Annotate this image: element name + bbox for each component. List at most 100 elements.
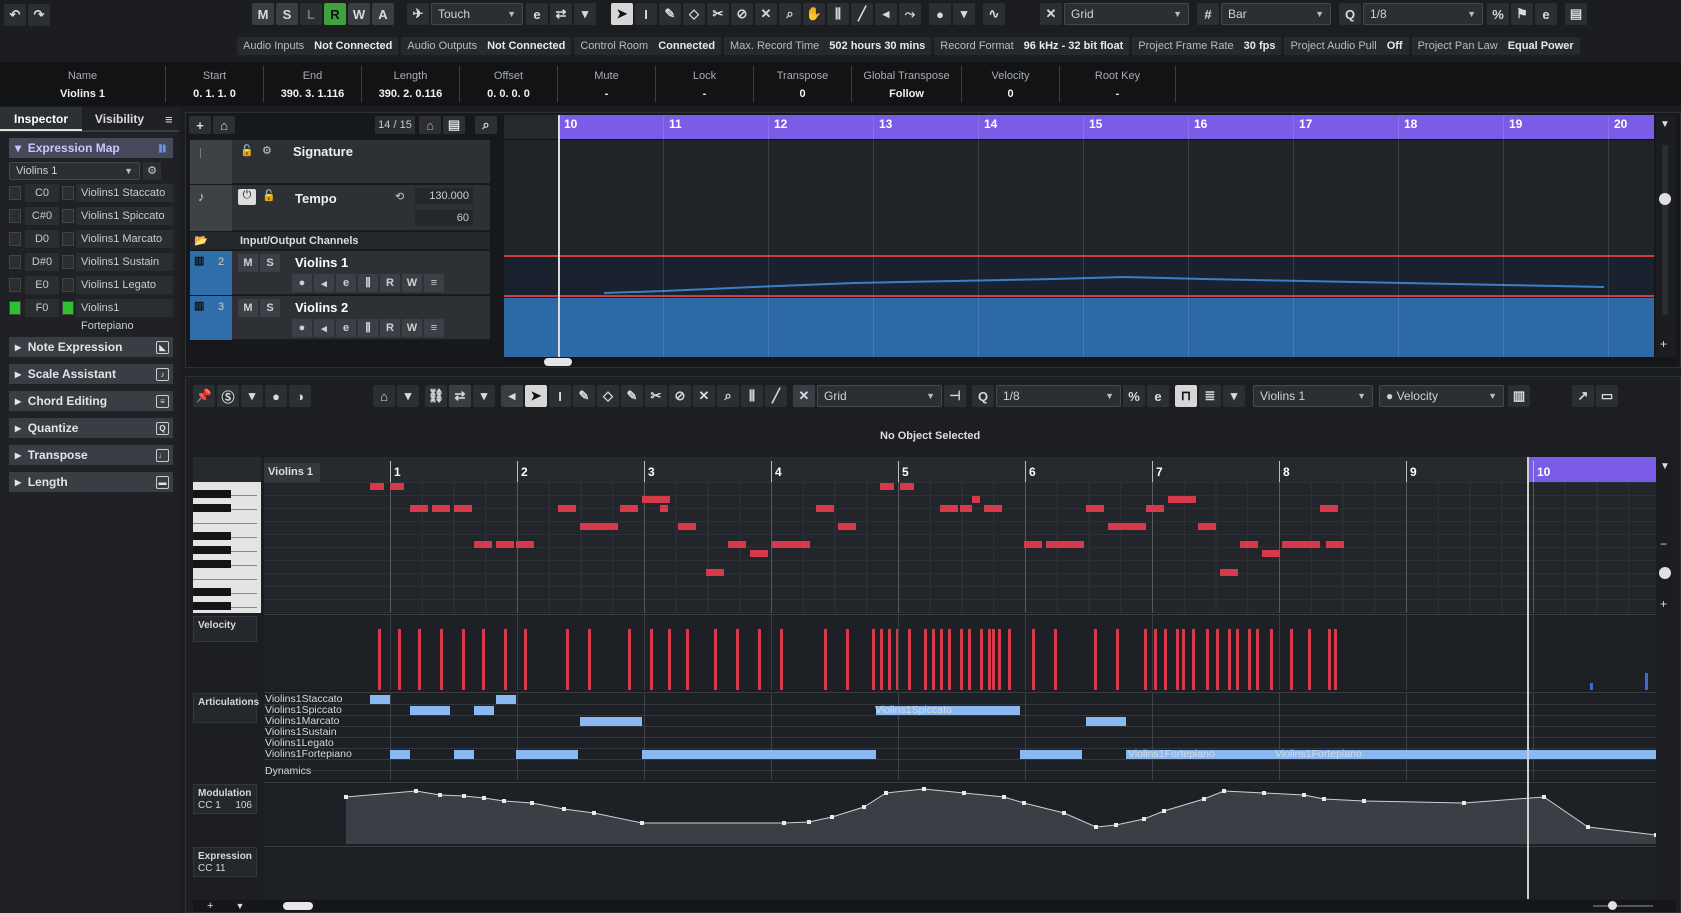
velocity-bar[interactable]: [440, 629, 443, 690]
list-icon[interactable]: ▤: [443, 116, 465, 134]
note[interactable]: [1282, 541, 1320, 548]
velocity-bar[interactable]: [780, 629, 783, 690]
erase-icon[interactable]: ◇: [683, 3, 705, 25]
velocity-bar[interactable]: [940, 629, 943, 690]
tempo-value[interactable]: 130.000: [415, 188, 473, 204]
tab-visibility[interactable]: Visibility: [82, 112, 157, 126]
velocity-bar[interactable]: [1308, 629, 1311, 690]
tempo-track[interactable]: ♪ ⏻ 🔓 Tempo ⟲ 130.000 60: [190, 185, 490, 231]
note[interactable]: [620, 505, 638, 512]
note[interactable]: [1168, 496, 1196, 503]
status-item[interactable]: Project Frame Rate 30 fps: [1132, 37, 1282, 55]
note[interactable]: [558, 505, 576, 512]
track-name[interactable]: Violins 1: [295, 255, 348, 270]
velocity-bar[interactable]: [1645, 673, 1648, 690]
velocity-lane-label[interactable]: Velocity: [193, 616, 257, 642]
status-item[interactable]: Control Room Connected: [574, 37, 722, 55]
editor-playhead[interactable]: [1527, 457, 1529, 899]
glue-icon[interactable]: ⊘: [731, 3, 753, 25]
piano-keyboard[interactable]: C4: [193, 482, 261, 613]
note[interactable]: [1198, 523, 1216, 530]
horizontal-zoom-thumb[interactable]: [1608, 901, 1617, 910]
articulation-row[interactable]: E0 Violins1 Legato: [9, 274, 173, 295]
pin-icon[interactable]: 📌: [193, 385, 215, 407]
track-mute-button[interactable]: M: [238, 299, 258, 317]
expression-lane[interactable]: [264, 846, 1656, 899]
cc-point[interactable]: [640, 821, 644, 825]
lane-preset-icon[interactable]: ▼: [235, 901, 244, 911]
cc-point[interactable]: [1542, 795, 1546, 799]
note[interactable]: [1024, 541, 1042, 548]
dropdown-icon[interactable]: ▾: [1223, 385, 1245, 407]
section-chord-editing[interactable]: ▸ Chord Editing ≡: [9, 391, 173, 411]
note[interactable]: [1240, 541, 1258, 548]
velocity-bar[interactable]: [714, 629, 717, 690]
iterative-quantize-icon[interactable]: %: [1487, 3, 1509, 25]
violins2-part[interactable]: [504, 298, 1654, 357]
velocity-bar[interactable]: [588, 629, 591, 690]
cc-point[interactable]: [1062, 811, 1066, 815]
link-icon[interactable]: ⛓: [425, 385, 447, 407]
insert-icon[interactable]: ⊣: [944, 385, 966, 407]
edit-icon[interactable]: e: [336, 319, 356, 337]
lock-icon[interactable]: 🔓: [240, 144, 254, 157]
open-window-icon[interactable]: ↗: [1572, 385, 1594, 407]
section-note-expression[interactable]: ▸ Note Expression ◣: [9, 337, 173, 357]
velocity-bar[interactable]: [668, 629, 671, 690]
articulation-event[interactable]: [496, 695, 516, 704]
keyboard-icon[interactable]: ▥: [1508, 385, 1530, 407]
power-icon[interactable]: ⏻: [238, 189, 256, 205]
cc-point[interactable]: [830, 815, 834, 819]
step-icon[interactable]: ⊓: [1175, 385, 1197, 407]
velocity-bar[interactable]: [824, 629, 827, 690]
play-icon[interactable]: ◂: [875, 3, 897, 25]
note[interactable]: [1320, 505, 1338, 512]
range-select-icon[interactable]: I: [635, 3, 657, 25]
cc-point[interactable]: [562, 807, 566, 811]
read-automation-button[interactable]: R: [380, 274, 400, 292]
status-item[interactable]: Project Audio Pull Off: [1284, 37, 1409, 55]
read-automation-button[interactable]: R: [380, 319, 400, 337]
edit-icon[interactable]: e: [336, 274, 356, 292]
note[interactable]: [1108, 523, 1146, 530]
velocity-bar[interactable]: [1290, 629, 1293, 690]
editor-vertical-scrollbar[interactable]: ▼ − +: [1656, 457, 1676, 612]
articulation-row[interactable]: D0 Violins1 Marcato: [9, 228, 173, 249]
project-vertical-scrollbar[interactable]: ▼ +: [1656, 115, 1676, 357]
hand-icon[interactable]: ✋: [803, 3, 825, 25]
cc-point[interactable]: [1302, 793, 1306, 797]
info-velocity[interactable]: Velocity 0: [962, 66, 1060, 102]
note[interactable]: [496, 541, 514, 548]
status-item[interactable]: Audio Outputs Not Connected: [401, 37, 572, 55]
automation-mode-select[interactable]: Touch ▼: [431, 3, 523, 25]
black-key[interactable]: [193, 532, 231, 540]
note[interactable]: [1326, 541, 1344, 548]
velocity-bar[interactable]: [504, 629, 507, 690]
velocity-bar[interactable]: [1590, 683, 1593, 690]
trim-icon[interactable]: ✎: [621, 385, 643, 407]
track-mute-button[interactable]: M: [238, 254, 258, 272]
cycle-range[interactable]: [558, 115, 1654, 139]
velocity-bar[interactable]: [482, 629, 485, 690]
velocity-bar[interactable]: [932, 629, 935, 690]
scroll-thumb[interactable]: [544, 358, 572, 366]
note[interactable]: [838, 523, 856, 530]
object-select-icon[interactable]: ➤: [611, 3, 633, 25]
dropdown-icon[interactable]: ▾: [397, 385, 419, 407]
velocity-bar[interactable]: [1192, 629, 1195, 690]
velocity-bar[interactable]: [1270, 629, 1273, 690]
e-icon[interactable]: e: [526, 3, 548, 25]
undo-icon[interactable]: ↶: [4, 4, 26, 26]
warp-icon[interactable]: ⤳: [899, 3, 921, 25]
note[interactable]: [432, 505, 450, 512]
write-automation-button[interactable]: W: [402, 274, 422, 292]
snap-type-select[interactable]: Grid ▼: [1064, 3, 1189, 25]
note[interactable]: [678, 523, 696, 530]
articulation-event[interactable]: [370, 695, 390, 704]
info-length[interactable]: Length 390. 2. 0.116: [362, 66, 460, 102]
zoom-in-icon[interactable]: +: [1660, 337, 1667, 351]
read-button[interactable]: R: [324, 3, 346, 25]
quantize-icon[interactable]: Q: [972, 385, 994, 407]
velocity-bar[interactable]: [524, 629, 527, 690]
record-icon[interactable]: ●: [292, 274, 312, 292]
